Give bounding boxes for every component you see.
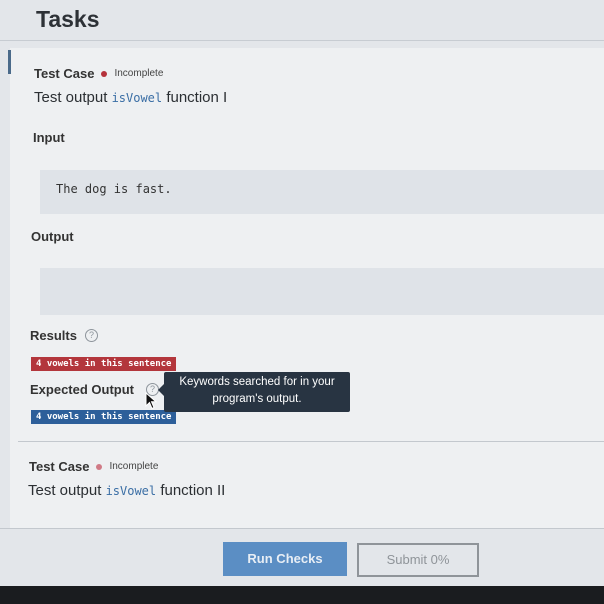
test-case-1-title[interactable]: Test output isVowel function I [34, 89, 227, 106]
results-badge: 4 vowels in this sentence [31, 357, 177, 371]
results-label: Results [30, 328, 77, 343]
active-indicator [8, 50, 11, 74]
function-name: isVowel [111, 91, 163, 105]
screen-bezel [0, 586, 604, 604]
test-case-divider [18, 441, 604, 442]
title-prefix: Test output [34, 89, 108, 106]
input-value: The dog is fast. [56, 182, 172, 196]
results-help-icon[interactable]: ? [85, 329, 98, 342]
output-label: Output [31, 229, 74, 244]
run-checks-button[interactable]: Run Checks [223, 542, 347, 576]
submit-button[interactable]: Submit 0% [357, 543, 479, 577]
test-case-2-header: Test Case Incomplete [29, 459, 158, 474]
input-label: Input [33, 130, 65, 145]
mouse-pointer-icon [145, 392, 158, 410]
title-prefix: Test output [28, 482, 102, 499]
header-divider [0, 40, 604, 41]
status-dot-icon [101, 70, 108, 77]
output-box [40, 268, 604, 315]
test-case-2-title[interactable]: Test output isVowel function II [28, 482, 225, 499]
title-suffix: function II [160, 482, 226, 499]
keywords-tooltip: Keywords searched for in your program's … [158, 372, 350, 412]
test-case-label: Test Case [29, 459, 90, 474]
test-case-1-header: Test Case Incomplete [34, 66, 163, 81]
page-title: Tasks [36, 6, 100, 32]
title-suffix: function I [166, 89, 228, 106]
status-text: Incomplete [109, 461, 159, 472]
footer-divider [0, 528, 604, 529]
test-case-label: Test Case [34, 66, 95, 81]
status-text: Incomplete [114, 68, 164, 79]
status-dot-icon [96, 463, 103, 470]
function-name: isVowel [105, 484, 157, 498]
input-box: The dog is fast. [40, 170, 604, 214]
expected-badge: 4 vowels in this sentence [31, 410, 177, 424]
expected-output-label: Expected Output [30, 382, 135, 397]
